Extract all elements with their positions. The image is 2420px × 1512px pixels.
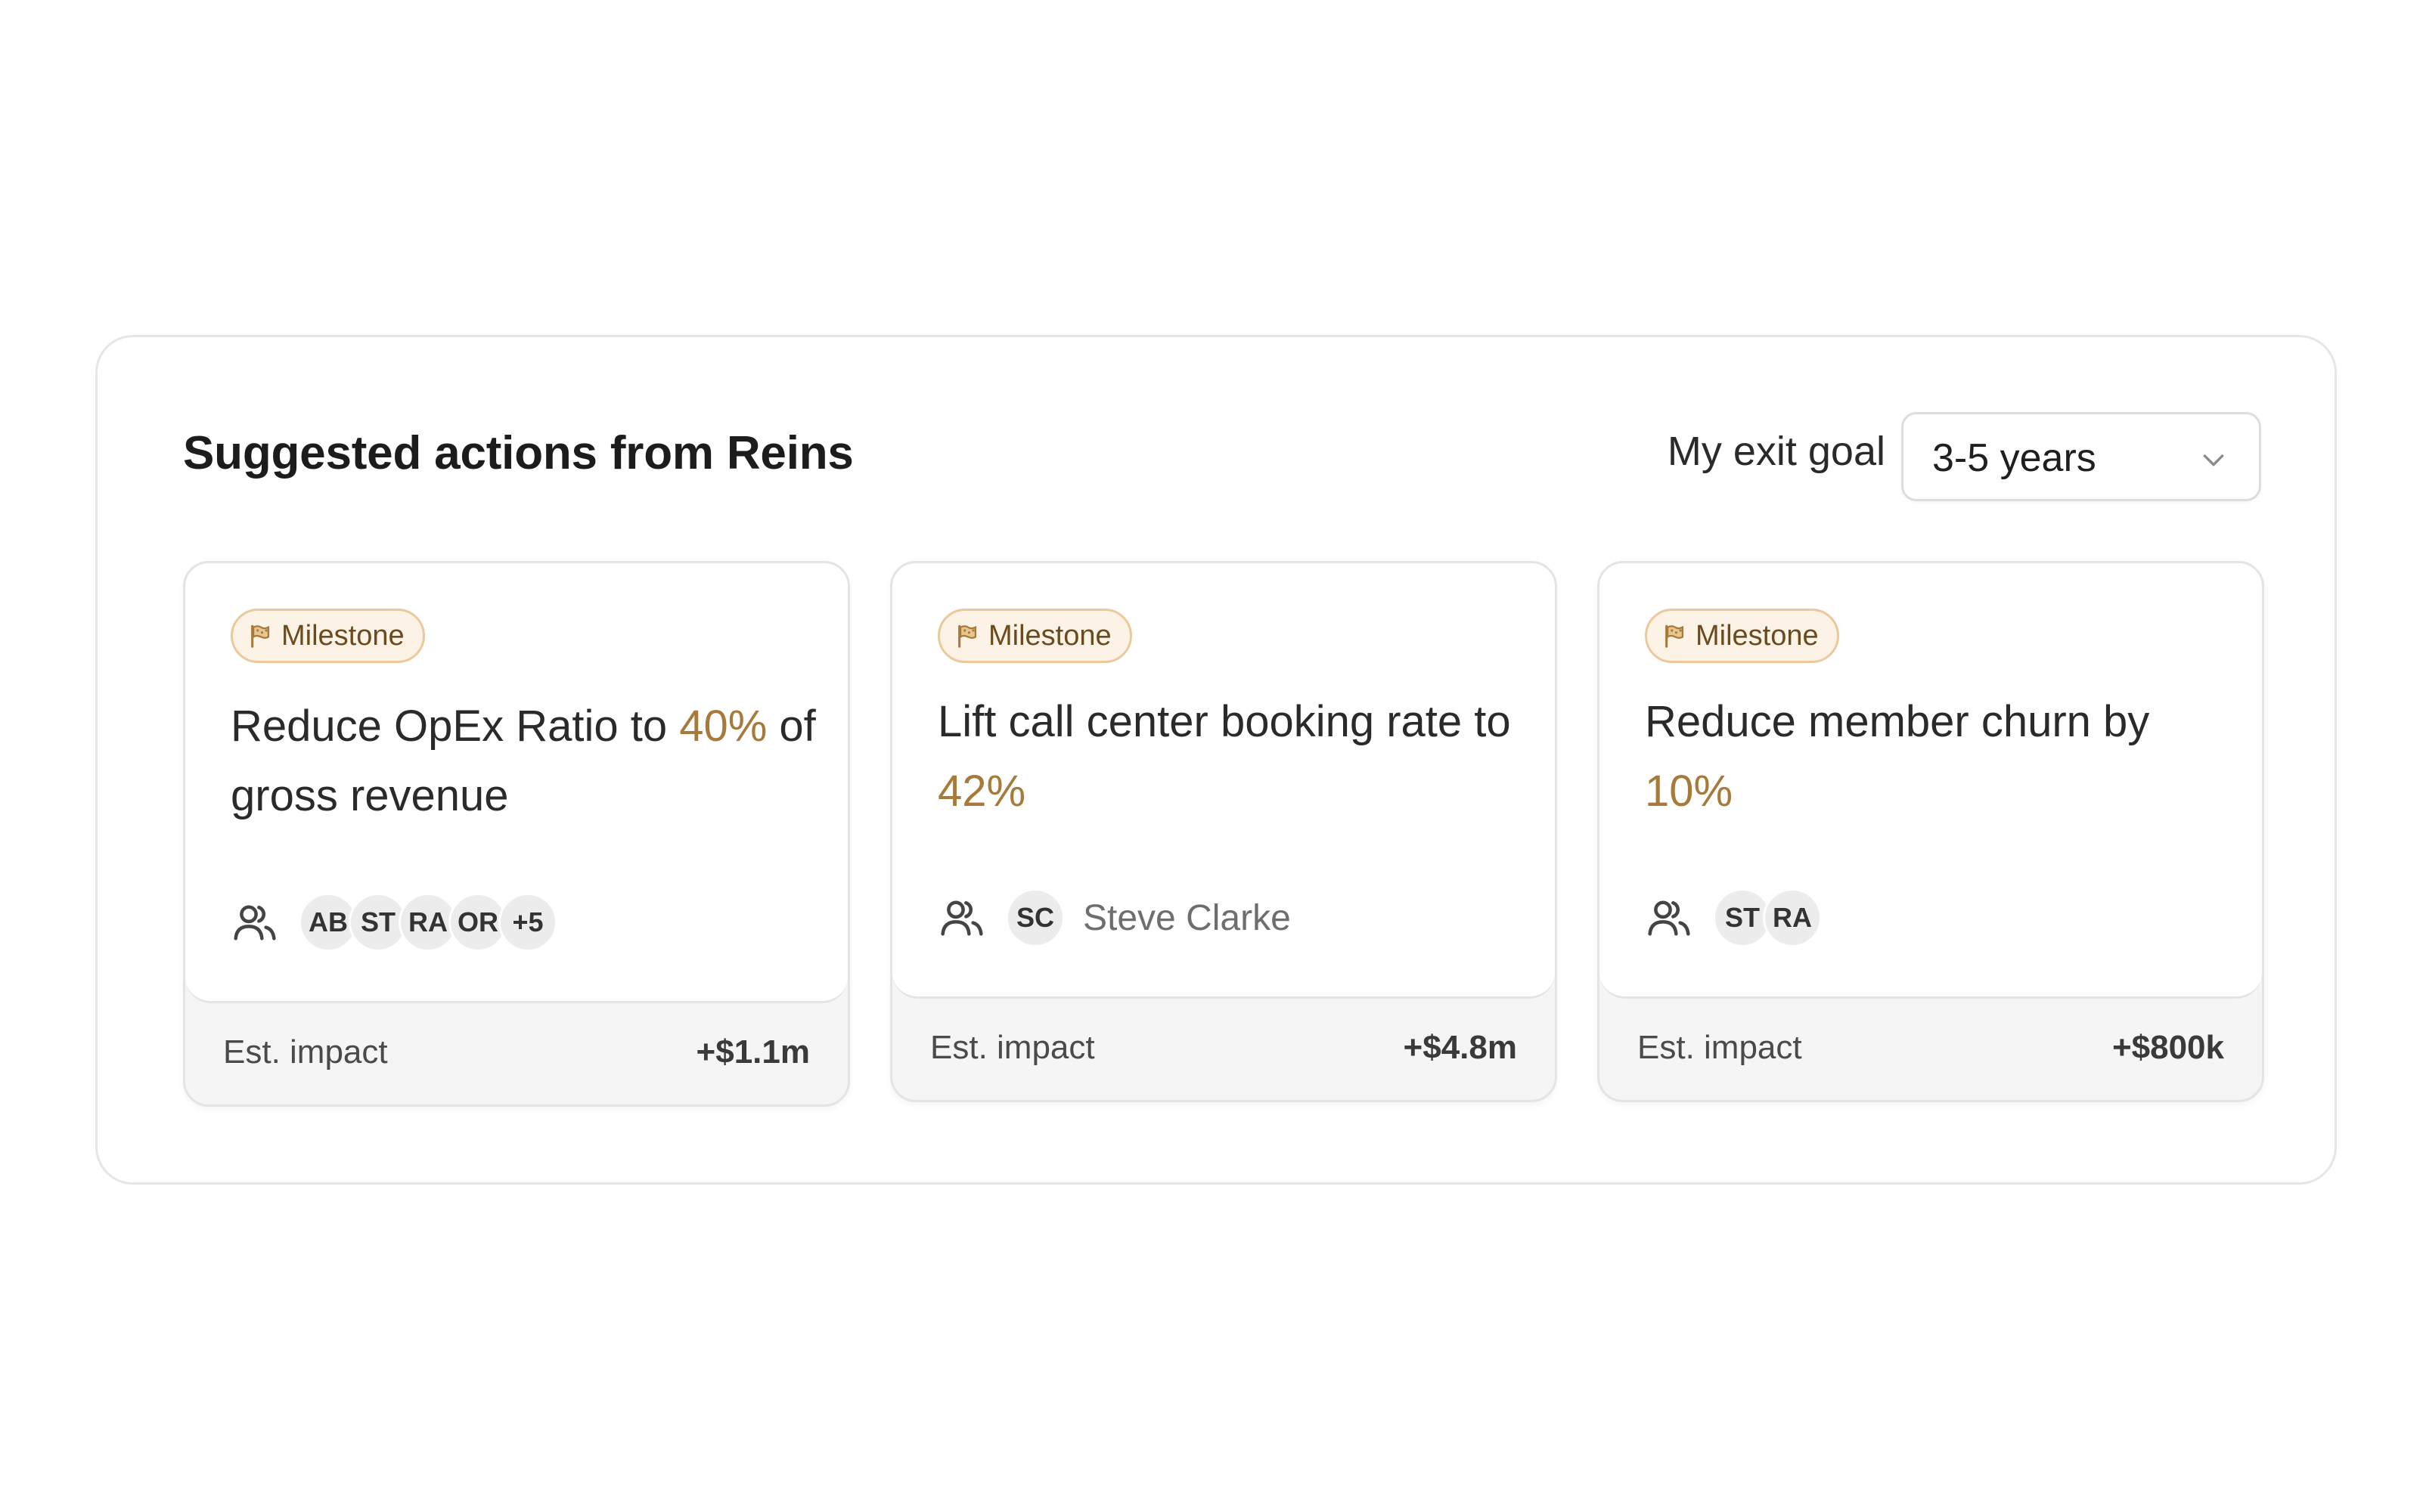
card-footer: Est. impact +$800k <box>1599 999 2262 1100</box>
assignee-name: Steve Clarke <box>1083 897 1291 938</box>
exit-goal-select[interactable]: 3-5 years <box>1901 412 2261 501</box>
milestone-badge: Milestone <box>231 609 425 663</box>
assignees: SC Steve Clarke <box>938 888 1291 947</box>
badge-label: Milestone <box>988 619 1112 652</box>
card-title-text: Reduce member churn by <box>1645 697 2150 746</box>
impact-value: +$4.8m <box>1403 1029 1517 1066</box>
people-icon <box>234 905 276 940</box>
card-title-target: 10% <box>1645 767 1733 816</box>
chevron-down-icon <box>2203 454 2224 466</box>
flag-icon <box>251 624 270 648</box>
milestone-badge: Milestone <box>1645 609 1839 663</box>
people-icon <box>1648 900 1690 936</box>
avatar[interactable]: RA <box>1763 888 1822 947</box>
action-card-body: Milestone Reduce member churn by 10% ST … <box>1599 563 2262 999</box>
impact-label: Est. impact <box>223 1033 388 1070</box>
impact-label: Est. impact <box>1637 1029 1802 1066</box>
avatar[interactable]: SC <box>1006 888 1065 947</box>
exit-goal-value: 3-5 years <box>1932 436 2096 480</box>
card-footer: Est. impact +$4.8m <box>892 999 1555 1100</box>
card-title: Lift call center booking rate to 42% <box>938 687 1528 826</box>
card-title-target: 42% <box>938 767 1026 816</box>
impact-value: +$800k <box>2111 1029 2224 1066</box>
badge-label: Milestone <box>1696 619 1819 652</box>
action-card-body: Milestone Lift call center booking rate … <box>892 563 1555 999</box>
action-card-body: Milestone Reduce OpEx Ratio to 40% of gr… <box>185 563 848 1003</box>
card-footer: Est. impact +$1.1m <box>185 1003 848 1105</box>
panel-title: Suggested actions from Reins <box>183 427 854 479</box>
flag-icon <box>958 624 977 648</box>
action-card-opex[interactable]: Milestone Reduce OpEx Ratio to 40% of gr… <box>183 561 850 1107</box>
flag-icon <box>1665 624 1684 648</box>
card-title-text: Reduce OpEx Ratio to <box>231 702 680 751</box>
card-title-text: Lift call center booking rate to <box>938 697 1511 746</box>
people-icon <box>941 900 983 936</box>
impact-value: +$1.1m <box>696 1033 810 1070</box>
action-card-booking-rate[interactable]: Milestone Lift call center booking rate … <box>890 561 1557 1102</box>
avatar-overflow-count[interactable]: +5 <box>498 893 557 952</box>
milestone-badge: Milestone <box>938 609 1132 663</box>
assignees: ST RA <box>1645 888 1822 947</box>
impact-label: Est. impact <box>930 1029 1095 1066</box>
action-card-churn[interactable]: Milestone Reduce member churn by 10% ST … <box>1597 561 2264 1102</box>
suggested-actions-panel: Suggested actions from Reins My exit goa… <box>95 335 2337 1185</box>
card-title-target: 40% <box>679 702 768 751</box>
card-title: Reduce OpEx Ratio to 40% of gross revenu… <box>231 692 821 831</box>
badge-label: Milestone <box>281 619 405 652</box>
card-title: Reduce member churn by 10% <box>1645 687 2235 826</box>
assignees: AB ST RA OR +5 <box>231 893 557 952</box>
exit-goal-label: My exit goal <box>1667 429 1885 474</box>
